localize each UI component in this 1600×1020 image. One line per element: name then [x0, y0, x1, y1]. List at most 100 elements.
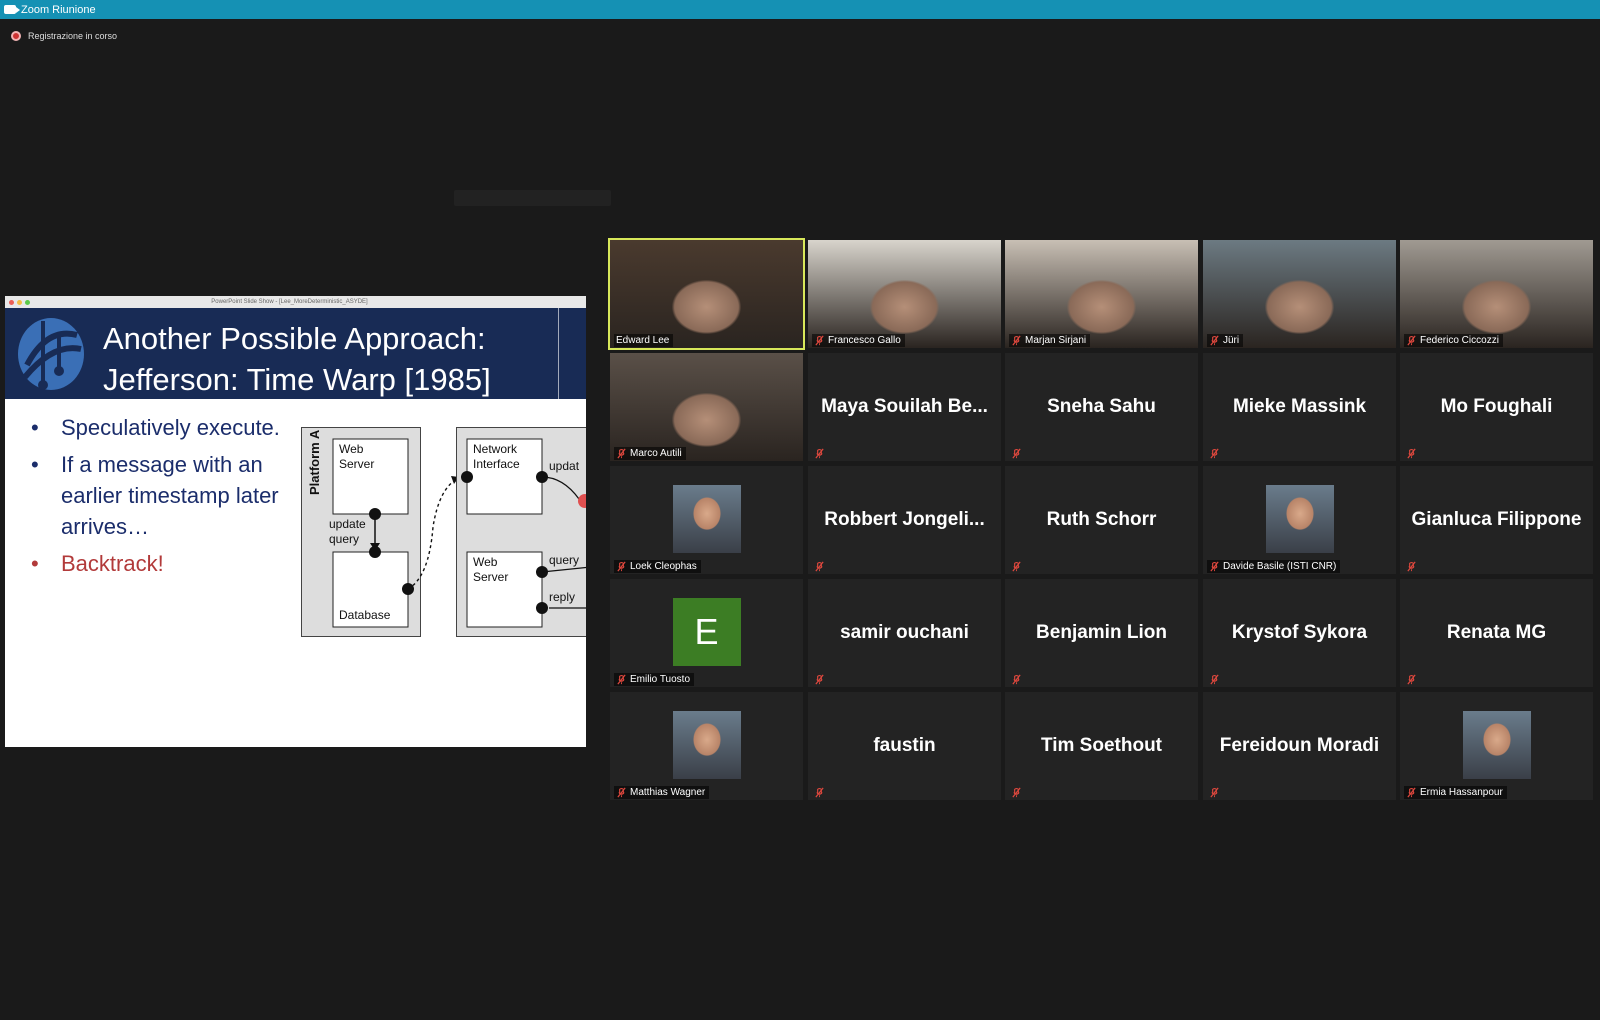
participant-name-label [812, 786, 832, 799]
participant-tile[interactable]: Loek Cleophas [610, 466, 803, 574]
participant-display-name: Robbert Jongeli... [824, 509, 985, 530]
muted-mic-icon [1011, 561, 1022, 572]
muted-mic-icon [814, 335, 825, 346]
participant-tile[interactable]: Ermia Hassanpour [1400, 692, 1593, 800]
participant-tile[interactable]: Matthias Wagner [610, 692, 803, 800]
participant-tile[interactable]: Jüri [1203, 240, 1396, 348]
muted-mic-icon [1406, 561, 1417, 572]
profile-picture [1265, 485, 1334, 553]
participant-name: Loek Cleophas [630, 561, 697, 572]
participant-display-name: Maya Souilah Be... [821, 396, 988, 417]
participant-name-label [1207, 447, 1227, 460]
muted-mic-icon [1209, 787, 1220, 798]
participant-tile[interactable]: Mieke Massink [1203, 353, 1396, 461]
participant-name-label: Jüri [1207, 334, 1244, 347]
muted-mic-icon [1406, 674, 1417, 685]
participant-name-label [1404, 673, 1424, 686]
muted-mic-icon [1209, 335, 1220, 346]
participant-display-name: Sneha Sahu [1047, 396, 1156, 417]
reply-label: reply [549, 590, 575, 604]
participant-name: Marco Autili [630, 448, 682, 459]
participant-display-name: Krystof Sykora [1231, 622, 1368, 643]
view-options-pill[interactable] [454, 190, 611, 206]
web-server-2-line-1: Web [473, 555, 498, 569]
network-interface-label: Network Interface [473, 442, 520, 471]
minimize-icon [17, 299, 22, 305]
port-dot [461, 471, 473, 483]
muted-mic-icon [1406, 335, 1417, 346]
participant-tile[interactable]: Marco Autili [610, 353, 803, 461]
muted-mic-icon [1209, 448, 1220, 459]
participant-tile[interactable]: Marjan Sirjani [1005, 240, 1198, 348]
participant-name-label: Matthias Wagner [614, 786, 710, 799]
participant-tile[interactable]: Federico Ciccozzi [1400, 240, 1593, 348]
slide-window-title: PowerPoint Slide Show - [Lee_MoreDetermi… [211, 299, 368, 305]
update-short-label: updat [549, 459, 580, 473]
muted-mic-icon [814, 787, 825, 798]
participant-tile[interactable]: Gianluca Filippone [1400, 466, 1593, 574]
participant-tile[interactable]: E Emilio Tuosto [610, 579, 803, 687]
muted-mic-icon [1406, 448, 1417, 459]
participant-tile[interactable]: samir ouchani [808, 579, 1001, 687]
database-label: Database [339, 608, 391, 622]
participant-tile[interactable]: Benjamin Lion [1005, 579, 1198, 687]
participant-name-label [1009, 786, 1029, 799]
profile-picture [672, 711, 741, 779]
participant-tile[interactable]: Mo Foughali [1400, 353, 1593, 461]
muted-mic-icon [616, 448, 627, 459]
participant-video [610, 240, 803, 348]
participant-tile[interactable]: Maya Souilah Be... [808, 353, 1001, 461]
port-dot [369, 546, 381, 558]
recording-indicator[interactable]: Registrazione in corso [11, 31, 117, 41]
muted-mic-icon [1011, 335, 1022, 346]
update-line: update [329, 517, 366, 531]
participant-name-label: Davide Basile (ISTI CNR) [1207, 560, 1341, 573]
participant-tile[interactable]: Robbert Jongeli... [808, 466, 1001, 574]
participant-name-label [812, 673, 832, 686]
participant-name-label: Marco Autili [614, 447, 686, 460]
participant-display-name: Benjamin Lion [1036, 622, 1167, 643]
slide-bullet-list: Speculatively execute. If a message with … [31, 412, 291, 585]
participant-tile[interactable]: Edward Lee [608, 238, 805, 350]
participant-name: Emilio Tuosto [630, 674, 691, 685]
participant-name: Jüri [1223, 335, 1240, 346]
participant-name-label [1404, 560, 1424, 573]
participant-tile[interactable]: Fereidoun Moradi [1203, 692, 1396, 800]
record-icon [11, 31, 21, 41]
window-title: Zoom Riunione [21, 3, 96, 16]
participant-tile[interactable]: Tim Soethout [1005, 692, 1198, 800]
participant-tile[interactable]: Sneha Sahu [1005, 353, 1198, 461]
participant-name: Matthias Wagner [630, 787, 706, 798]
network-line-1: Network [473, 442, 518, 456]
muted-mic-icon [1011, 448, 1022, 459]
participant-tile[interactable]: Francesco Gallo [808, 240, 1001, 348]
participant-tile[interactable]: Renata MG [1400, 579, 1593, 687]
profile-picture [1462, 711, 1531, 779]
participant-tile[interactable]: Krystof Sykora [1203, 579, 1396, 687]
slide-bullet: Backtrack! [31, 548, 291, 579]
participant-name-label [1207, 673, 1227, 686]
participant-name-label: Loek Cleophas [614, 560, 701, 573]
muted-mic-icon [1011, 787, 1022, 798]
participant-display-name: Gianluca Filippone [1411, 509, 1582, 530]
profile-picture [672, 485, 741, 553]
participant-name-label [1009, 447, 1029, 460]
participant-name-label [812, 447, 832, 460]
participant-tile[interactable]: Ruth Schorr [1005, 466, 1198, 574]
participant-video [1203, 240, 1396, 348]
close-icon [9, 299, 14, 305]
web-server-line-1: Web [339, 442, 364, 456]
participant-name-label [1404, 447, 1424, 460]
zoom-camera-icon [4, 5, 20, 14]
participant-video [610, 353, 803, 461]
participant-tile[interactable]: Davide Basile (ISTI CNR) [1203, 466, 1396, 574]
participant-tile[interactable]: faustin [808, 692, 1001, 800]
muted-mic-icon [814, 448, 825, 459]
slide-header: Another Possible Approach: Jefferson: Ti… [5, 308, 586, 399]
participant-name-label: Edward Lee [614, 334, 674, 347]
web-server-2-line-2: Server [473, 570, 508, 584]
header-divider [558, 308, 559, 399]
participant-name-label: Emilio Tuosto [614, 673, 695, 686]
slide-bullet: If a message with an earlier timestamp l… [31, 449, 291, 542]
shared-screen: PowerPoint Slide Show - [Lee_MoreDetermi… [5, 296, 586, 747]
